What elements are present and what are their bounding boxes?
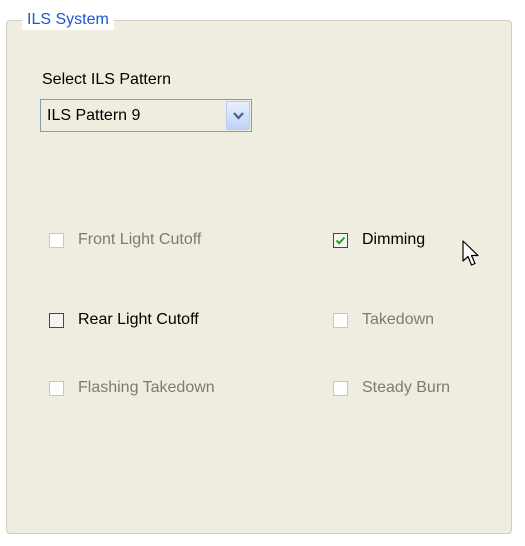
groupbox-title: ILS System [22, 10, 114, 30]
dimming-checkbox[interactable]: Dimming [333, 230, 425, 250]
chevron-down-icon [233, 112, 244, 120]
takedown-label: Takedown [362, 311, 435, 328]
flashing-takedown-label: Flashing Takedown [78, 379, 215, 396]
ils-pattern-value: ILS Pattern 9 [47, 107, 141, 124]
dimming-label: Dimming [362, 231, 426, 248]
checkbox-box[interactable] [49, 232, 64, 248]
ils-system-groupbox [6, 20, 512, 534]
ils-pattern-select[interactable]: ILS Pattern 9 [40, 99, 252, 132]
dropdown-button[interactable] [226, 101, 250, 130]
select-pattern-label: Select ILS Pattern [42, 71, 171, 88]
steady-burn-label: Steady Burn [362, 379, 451, 396]
flashing-takedown-checkbox[interactable]: Flashing Takedown [49, 378, 215, 398]
takedown-checkbox[interactable]: Takedown [333, 310, 434, 330]
steady-burn-checkbox[interactable]: Steady Burn [333, 378, 450, 398]
front-light-cutoff-label: Front Light Cutoff [78, 231, 202, 248]
front-light-cutoff-checkbox[interactable]: Front Light Cutoff [49, 230, 201, 250]
checkbox-box[interactable] [49, 312, 64, 328]
mouse-pointer-icon [462, 240, 479, 266]
rear-light-cutoff-label: Rear Light Cutoff [78, 311, 199, 328]
checkbox-box[interactable] [333, 312, 348, 328]
rear-light-cutoff-checkbox[interactable]: Rear Light Cutoff [49, 310, 199, 330]
checkbox-box[interactable] [49, 380, 64, 396]
checkbox-box[interactable] [333, 380, 348, 396]
checkmark-icon [335, 236, 346, 245]
checkbox-box[interactable] [333, 232, 348, 248]
